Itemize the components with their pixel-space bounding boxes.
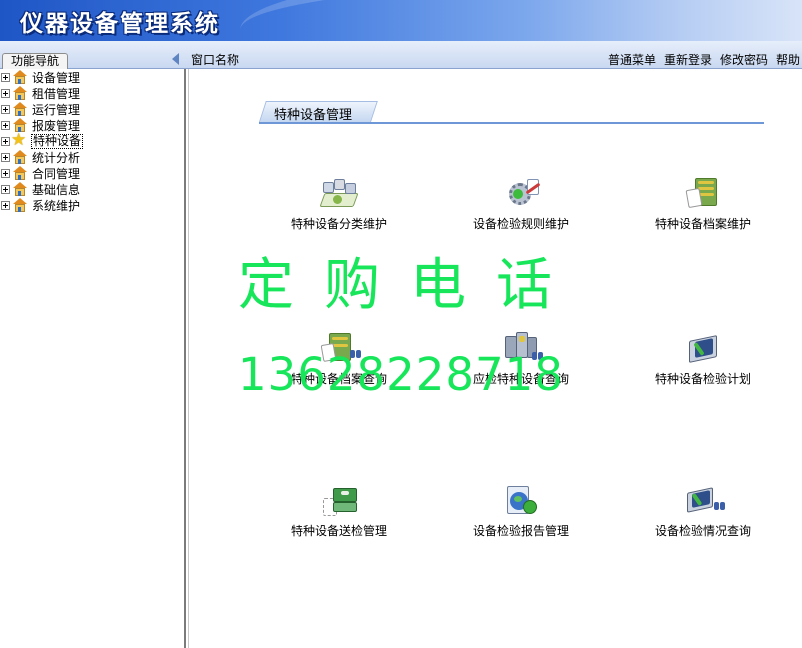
module-inspection-report[interactable]: 设备检验报告管理 [451,484,591,539]
sidebar-item-operation-mgmt[interactable]: 运行管理 [0,101,180,117]
sidebar-item-rental-mgmt[interactable]: 租借管理 [0,85,180,101]
sidebar-item-special-equipment[interactable]: ★ 特种设备 [0,129,180,150]
inspection-search-icon [683,484,725,518]
archive-icon [683,177,723,211]
expand-plus-icon[interactable] [1,136,10,146]
house-icon [12,69,28,85]
section-underline [259,122,764,124]
sidebar-item-system-maintenance[interactable]: 系统维护 [0,197,180,213]
module-label: 特种设备检验计划 [654,372,751,386]
expand-plus-icon[interactable] [1,120,10,130]
expand-plus-icon[interactable] [1,168,10,178]
module-label: 特种设备分类维护 [290,217,387,231]
menu-change-password[interactable]: 修改密码 [720,51,768,68]
module-inspection-plan[interactable]: 特种设备检验计划 [633,332,773,387]
module-label: 特种设备档案维护 [654,217,751,231]
sidebar-item-label: 基础信息 [32,182,81,197]
expand-plus-icon[interactable] [1,72,10,82]
expand-plus-icon[interactable] [1,184,10,194]
collapse-sidebar-icon[interactable] [172,53,179,65]
module-label: 设备检验报告管理 [472,524,569,538]
house-icon [12,165,28,181]
module-inspection-rules[interactable]: 设备检验规则维护 [451,177,591,232]
sidebar-item-contract-mgmt[interactable]: 合同管理 [0,165,180,181]
module-archive-maintenance[interactable]: 特种设备档案维护 [633,177,773,232]
classification-icon [319,177,359,211]
expand-plus-icon[interactable] [1,88,10,98]
module-label: 设备检验情况查询 [654,524,751,538]
sidebar: 设备管理 租借管理 运行管理 报废管理 ★ 特种设备 统计分析 合同管理 基础信… [0,69,186,648]
app-header: 仪器设备管理系统 [0,0,802,41]
section-header: 特种设备管理 [259,101,764,124]
house-icon [12,85,28,101]
nav-tree: 设备管理 租借管理 运行管理 报废管理 ★ 特种设备 统计分析 合同管理 基础信… [0,69,180,213]
sidebar-item-label: 统计分析 [32,150,81,165]
toolbar: 功能导航 窗口名称 普通菜单 重新登录 修改密码 帮助 [0,41,802,69]
sidebar-item-equipment-mgmt[interactable]: 设备管理 [0,69,180,85]
expand-plus-icon[interactable] [1,200,10,210]
expand-plus-icon[interactable] [1,152,10,162]
module-label: 特种设备送检管理 [290,524,387,538]
module-inspection-status-query[interactable]: 设备检验情况查询 [633,484,773,539]
menu-normal-menu[interactable]: 普通菜单 [608,51,656,68]
rules-gear-icon [501,177,541,211]
module-label: 设备检验规则维护 [472,217,569,231]
report-globe-icon [501,484,541,518]
sidebar-item-label: 合同管理 [32,166,81,181]
watermark-phone-number: 13628228718 [238,348,564,401]
expand-plus-icon[interactable] [1,104,10,114]
sidebar-item-label: 运行管理 [32,102,81,117]
section-title: 特种设备管理 [274,108,353,123]
function-nav-tab[interactable]: 功能导航 [2,53,68,69]
cash-box-icon [319,484,359,518]
module-classification[interactable]: 特种设备分类维护 [269,177,409,232]
sidebar-item-label: 特种设备 [31,133,84,149]
star-icon: ★ [11,129,27,150]
house-icon [12,197,28,213]
top-menu: 普通菜单 重新登录 修改密码 帮助 [608,51,800,68]
house-icon [12,181,28,197]
house-icon [12,101,28,117]
sidebar-item-label: 系统维护 [32,198,81,213]
sidebar-item-label: 设备管理 [32,70,81,85]
header-decoration [240,0,802,41]
inspection-plan-icon [683,332,723,366]
sidebar-item-scrap-mgmt[interactable]: 报废管理 [0,117,180,133]
sidebar-item-basic-info[interactable]: 基础信息 [0,181,180,197]
app-title: 仪器设备管理系统 [20,11,220,37]
watermark-order-phone-title: 定购电话 [238,253,582,318]
house-icon [12,149,28,165]
window-name-label: 窗口名称 [191,53,240,67]
menu-relogin[interactable]: 重新登录 [664,51,712,68]
menu-help[interactable]: 帮助 [776,51,800,68]
sidebar-item-statistics[interactable]: 统计分析 [0,149,180,165]
sidebar-item-label: 租借管理 [32,86,81,101]
sidebar-item-label: 报废管理 [32,118,81,133]
module-send-inspection[interactable]: 特种设备送检管理 [269,484,409,539]
